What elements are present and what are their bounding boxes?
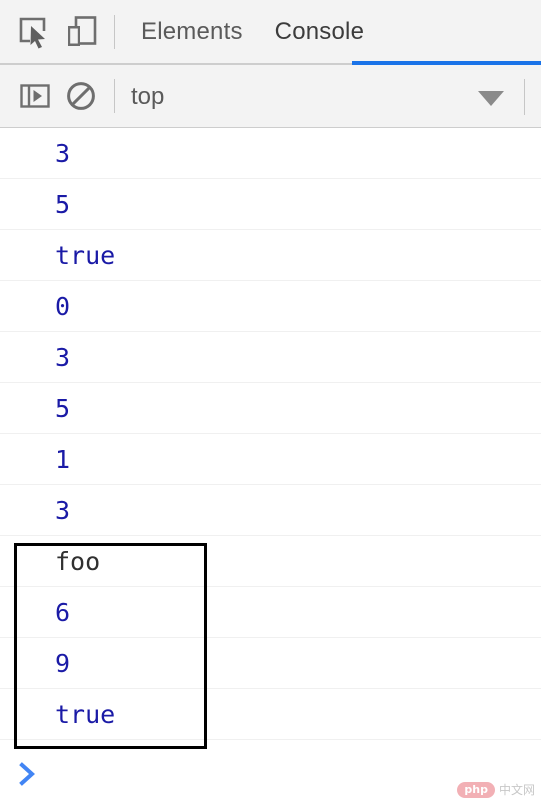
filterbar-right-divider xyxy=(524,79,525,115)
console-row: 5 xyxy=(0,383,541,434)
console-value: foo xyxy=(55,546,101,576)
inspect-element-icon[interactable] xyxy=(12,9,58,55)
console-row: 3 xyxy=(0,332,541,383)
console-output: 3 5 true 0 3 5 1 3 foo 6 9 true xyxy=(0,128,541,740)
console-row: true xyxy=(0,230,541,281)
watermark-text: 中文网 xyxy=(498,783,535,797)
console-row: 3 xyxy=(0,128,541,179)
console-value: 1 xyxy=(55,444,71,474)
console-value: 3 xyxy=(55,495,71,525)
clear-console-icon[interactable] xyxy=(58,73,104,119)
tab-console[interactable]: Console xyxy=(259,0,380,63)
console-row: foo xyxy=(0,536,541,587)
console-value: 0 xyxy=(55,291,71,321)
console-value: 9 xyxy=(55,648,71,678)
devtools-tabbar: Elements Console xyxy=(0,0,541,65)
console-row: true xyxy=(0,689,541,740)
console-row: 1 xyxy=(0,434,541,485)
devtools-panel: Elements Console top 3 5 true 0 3 5 1 3 foo 6 9 tru… xyxy=(0,0,541,802)
console-value: 3 xyxy=(55,342,71,372)
console-value: true xyxy=(55,240,116,270)
chevron-down-icon[interactable] xyxy=(478,91,504,106)
console-row: 9 xyxy=(0,638,541,689)
console-value: 3 xyxy=(55,138,71,168)
device-toolbar-icon[interactable] xyxy=(58,9,104,55)
console-row: 5 xyxy=(0,179,541,230)
console-row: 0 xyxy=(0,281,541,332)
console-row: 6 xyxy=(0,587,541,638)
filterbar-divider xyxy=(114,79,115,113)
console-row: 3 xyxy=(0,485,541,536)
console-sidebar-icon[interactable] xyxy=(12,73,58,119)
console-value: 5 xyxy=(55,393,71,423)
toolbar-divider xyxy=(114,14,115,49)
console-value: 6 xyxy=(55,597,71,627)
tab-elements[interactable]: Elements xyxy=(125,0,259,63)
console-value: 5 xyxy=(55,189,71,219)
prompt-chevron-icon xyxy=(18,761,40,792)
watermark: php 中文网 xyxy=(457,781,535,798)
console-filterbar: top xyxy=(0,65,541,128)
console-value: true xyxy=(55,699,116,729)
execution-context-selector[interactable]: top xyxy=(131,65,164,128)
watermark-badge: php xyxy=(457,781,495,798)
